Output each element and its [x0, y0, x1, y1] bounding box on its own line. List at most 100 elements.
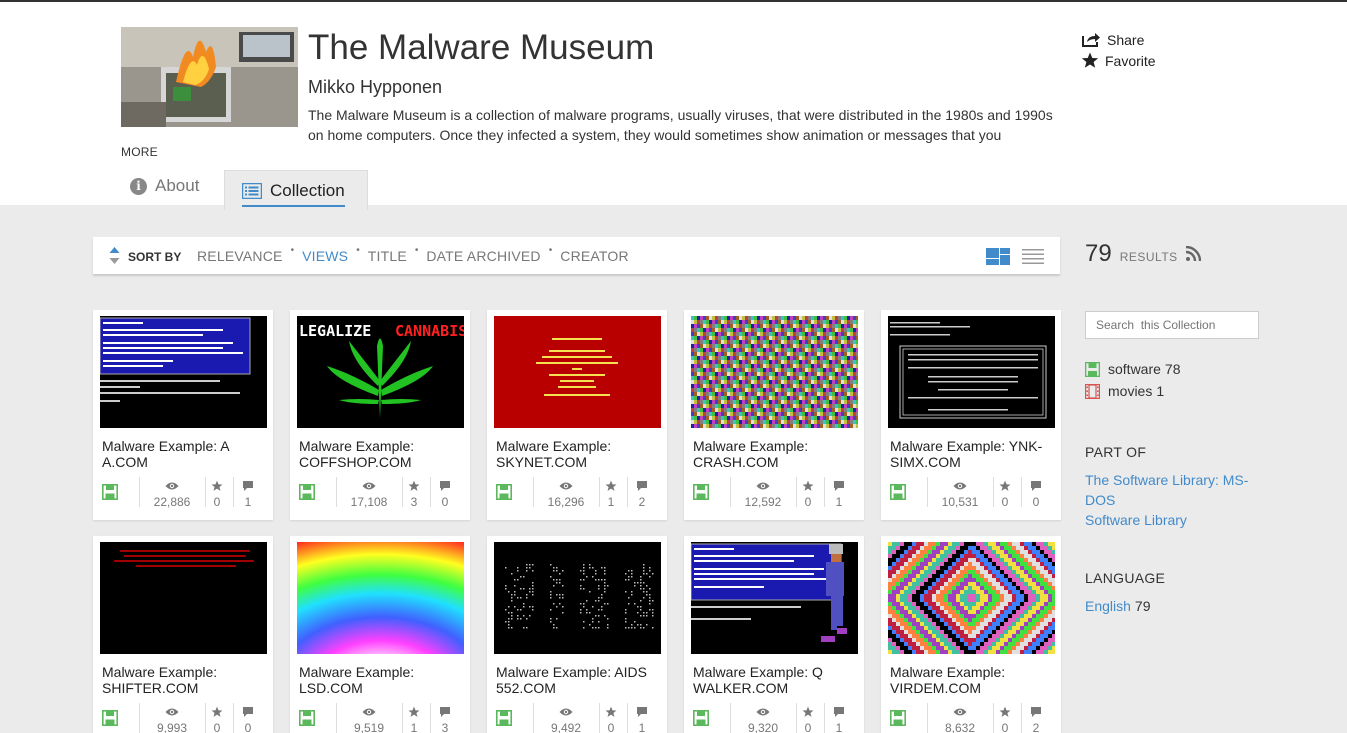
comment-icon	[243, 707, 253, 717]
favorites-count: 1	[607, 495, 615, 509]
eye-icon	[362, 708, 376, 716]
item-stats: 9,519 1 3	[299, 703, 464, 733]
star-icon	[1081, 52, 1099, 68]
favorites-count: 0	[1001, 721, 1009, 733]
reviews-count: 1	[244, 495, 252, 509]
item-title[interactable]: Malware Example: SHIFTER.COM	[102, 664, 267, 696]
sort-arrows-icon[interactable]	[109, 247, 120, 264]
favorites-count: 0	[1001, 495, 1009, 509]
views-stat: 12,592	[733, 479, 793, 509]
comment-icon	[1031, 481, 1041, 491]
floppy-icon	[890, 710, 906, 726]
item-stats: 10,531 0 0	[890, 477, 1055, 511]
floppy-icon	[890, 484, 906, 500]
reviews-stat: 2	[1024, 705, 1048, 733]
favorites-stat: 0	[798, 479, 818, 509]
sort-title[interactable]: TITLE	[368, 248, 407, 264]
views-count: 16,296	[547, 495, 585, 509]
rss-icon[interactable]	[1186, 246, 1201, 261]
item-thumbnail[interactable]	[297, 542, 464, 654]
comment-icon	[243, 481, 253, 491]
tab-about[interactable]: i About	[130, 176, 199, 196]
comment-icon	[440, 481, 450, 491]
favorites-count: 0	[213, 721, 221, 733]
reviews-count: 1	[835, 721, 843, 733]
item-card-q-walker[interactable]: Malware Example: Q WALKER.COM 9,320 0 1	[684, 536, 864, 733]
collection-header: The Malware Museum Mikko Hypponen The Ma…	[0, 2, 1347, 210]
item-title[interactable]: Malware Example: YNK-SIMX.COM	[890, 438, 1055, 470]
favorites-stat: 0	[207, 479, 227, 509]
reviews-stat: 0	[236, 705, 260, 733]
item-title[interactable]: Malware Example: CRASH.COM	[693, 438, 858, 470]
favorites-stat: 1	[601, 479, 621, 509]
reviews-stat: 1	[827, 705, 851, 733]
item-thumbnail[interactable]	[494, 316, 661, 428]
tile-view-icon[interactable]	[986, 248, 1010, 265]
search-collection-input[interactable]	[1085, 311, 1259, 339]
floppy-icon	[496, 710, 512, 726]
list-view-icon[interactable]	[1022, 249, 1044, 264]
part-of-link-msdos[interactable]: The Software Library: MS-DOS	[1085, 470, 1265, 510]
eye-icon	[165, 482, 179, 490]
thumb-legalize-text: LEGALIZE	[299, 322, 371, 340]
reviews-count: 0	[244, 721, 252, 733]
comment-icon	[637, 707, 647, 717]
comment-icon	[1031, 707, 1041, 717]
item-card-skynet[interactable]: Malware Example: SKYNET.COM 16,296 1 2	[487, 310, 667, 520]
reviews-stat: 3	[433, 705, 457, 733]
facet-movies[interactable]: movies 1	[1085, 383, 1164, 399]
tab-about-label: About	[155, 176, 200, 195]
more-link[interactable]: MORE	[121, 145, 158, 159]
favorite-button[interactable]: Favorite	[1081, 52, 1156, 69]
item-thumbnail[interactable]	[494, 542, 661, 654]
share-button[interactable]: Share	[1081, 31, 1144, 48]
item-stats: 12,592 0 1	[693, 477, 858, 511]
favorites-count: 0	[607, 721, 615, 733]
item-card-ynk-simx[interactable]: Malware Example: YNK-SIMX.COM 10,531 0 0	[881, 310, 1061, 520]
sort-relevance[interactable]: RELEVANCE	[197, 248, 283, 264]
item-card-a-a[interactable]: Malware Example: A A.COM 22,886 0 1	[93, 310, 273, 520]
reviews-stat: 0	[433, 479, 457, 509]
item-card-aids-552[interactable]: Malware Example: AIDS 552.COM 9,492 0 1	[487, 536, 667, 733]
views-stat: 8,632	[930, 705, 990, 733]
facet-software[interactable]: software 78	[1085, 361, 1181, 377]
views-count: 9,492	[550, 721, 582, 733]
part-of-link-software-library[interactable]: Software Library	[1085, 510, 1187, 530]
favorite-label: Favorite	[1105, 52, 1156, 69]
creator-name[interactable]: Mikko Hypponen	[308, 77, 442, 98]
facet-software-label: software	[1108, 361, 1161, 377]
sort-views[interactable]: VIEWS	[302, 248, 348, 264]
item-card-crash[interactable]: Malware Example: CRASH.COM 12,592 0 1	[684, 310, 864, 520]
item-card-virdem[interactable]: Malware Example: VIRDEM.COM 8,632 0 2	[881, 536, 1061, 733]
collection-image	[121, 27, 298, 127]
item-card-coffshop[interactable]: LEGALIZE CANNABIS Malware Example: COFFS…	[290, 310, 470, 520]
item-thumbnail[interactable]	[100, 316, 267, 428]
item-title[interactable]: Malware Example: LSD.COM	[299, 664, 464, 696]
item-title[interactable]: Malware Example: COFFSHOP.COM	[299, 438, 464, 470]
item-title[interactable]: Malware Example: SKYNET.COM	[496, 438, 661, 470]
language-english[interactable]: English 79	[1085, 598, 1151, 614]
item-title[interactable]: Malware Example: VIRDEM.COM	[890, 664, 1055, 696]
item-title[interactable]: Malware Example: A A.COM	[102, 438, 267, 470]
item-card-lsd[interactable]: Malware Example: LSD.COM 9,519 1 3	[290, 536, 470, 733]
sort-date-archived[interactable]: DATE ARCHIVED	[426, 248, 540, 264]
item-thumbnail[interactable]	[691, 542, 858, 654]
item-thumbnail[interactable]	[888, 542, 1055, 654]
item-title[interactable]: Malware Example: AIDS 552.COM	[496, 664, 661, 696]
sort-creator[interactable]: CREATOR	[560, 248, 629, 264]
eye-icon	[953, 708, 967, 716]
reviews-count: 1	[638, 721, 646, 733]
reviews-stat: 1	[827, 479, 851, 509]
favorites-stat: 1	[404, 705, 424, 733]
reviews-stat: 1	[630, 705, 654, 733]
item-thumbnail[interactable]	[888, 316, 1055, 428]
item-thumbnail[interactable]: LEGALIZE CANNABIS	[297, 316, 464, 428]
floppy-icon	[496, 484, 512, 500]
star-icon	[605, 706, 617, 717]
item-card-shifter[interactable]: Malware Example: SHIFTER.COM 9,993 0 0	[93, 536, 273, 733]
item-title[interactable]: Malware Example: Q WALKER.COM	[693, 664, 858, 696]
item-thumbnail[interactable]	[691, 316, 858, 428]
item-thumbnail[interactable]	[100, 542, 267, 654]
item-stats: 17,108 3 0	[299, 477, 464, 511]
tab-collection[interactable]: Collection	[224, 170, 368, 210]
